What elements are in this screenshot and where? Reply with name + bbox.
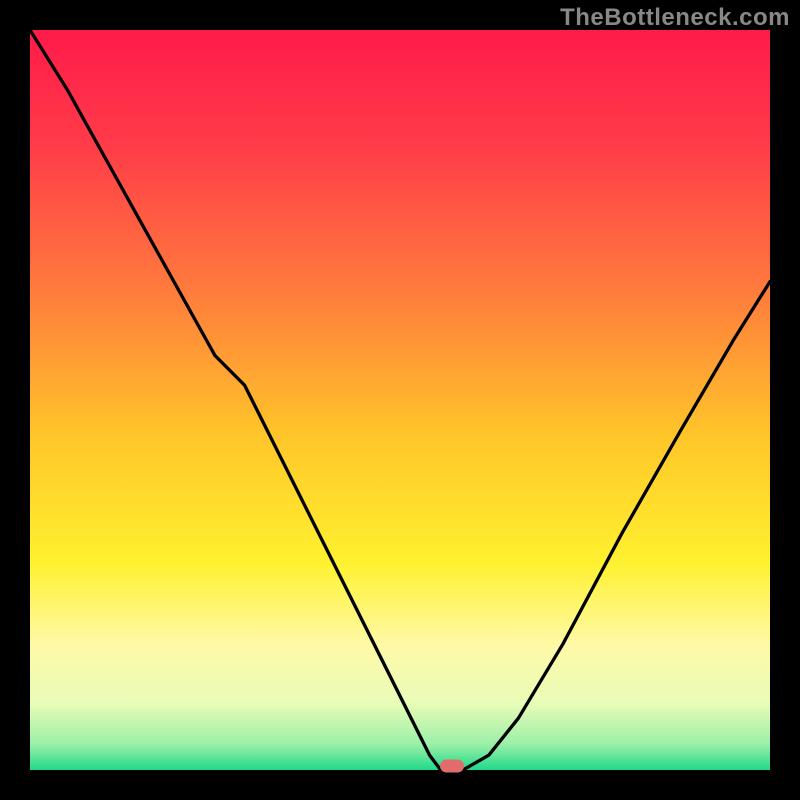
plot-area — [30, 30, 770, 770]
watermark-label: TheBottleneck.com — [560, 4, 790, 32]
curve-layer — [30, 30, 770, 770]
optimal-marker — [440, 760, 464, 773]
bottleneck-curve — [30, 30, 770, 770]
chart-container: TheBottleneck.com — [0, 0, 800, 800]
